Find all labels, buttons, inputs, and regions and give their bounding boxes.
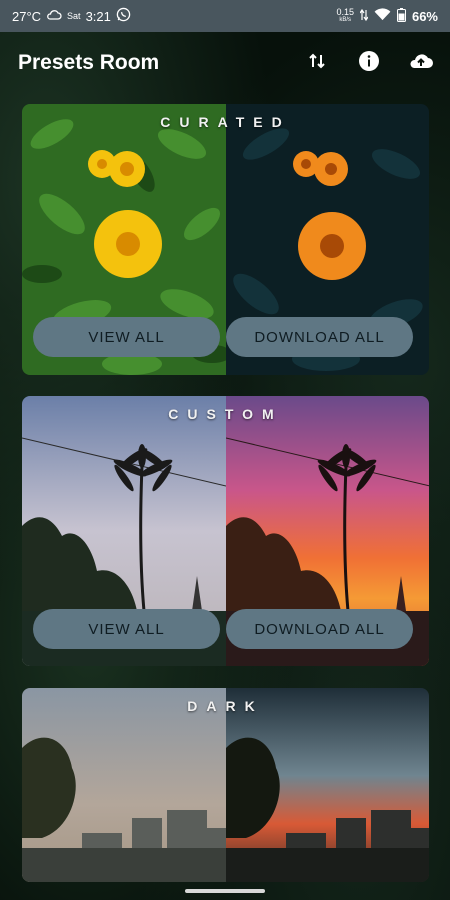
info-button[interactable] bbox=[354, 48, 384, 78]
dark-after-image bbox=[225, 688, 429, 882]
section-title: CUSTOM bbox=[168, 406, 283, 422]
clock: 3:21 bbox=[85, 8, 111, 24]
dark-before-image bbox=[22, 688, 226, 882]
network-speed: 0.15 kB/s bbox=[336, 7, 354, 24]
temperature: 27°C bbox=[12, 8, 42, 24]
battery-icon bbox=[396, 7, 406, 25]
sort-button[interactable] bbox=[302, 48, 332, 78]
whatsapp-icon bbox=[116, 7, 131, 25]
section-custom[interactable]: CUSTOM VIEW ALL DOWNLOAD ALL bbox=[22, 396, 429, 666]
day-label: Sat bbox=[67, 11, 81, 21]
page-title: Presets Room bbox=[18, 51, 160, 74]
app-bar: Presets Room bbox=[0, 32, 450, 94]
data-arrows-icon bbox=[359, 8, 369, 25]
home-indicator[interactable] bbox=[185, 889, 265, 893]
cloud-upload-icon bbox=[408, 51, 434, 76]
section-dark[interactable]: DARK bbox=[22, 688, 429, 882]
section-title: DARK bbox=[187, 698, 264, 714]
download-all-button[interactable]: DOWNLOAD ALL bbox=[226, 317, 413, 357]
download-all-button[interactable]: DOWNLOAD ALL bbox=[226, 609, 413, 649]
section-curated[interactable]: CURATED VIEW ALL DOWNLOAD ALL bbox=[22, 104, 429, 375]
battery-percent: 66% bbox=[411, 8, 438, 24]
view-all-button[interactable]: VIEW ALL bbox=[33, 317, 220, 357]
cloud-icon bbox=[46, 9, 62, 24]
info-icon bbox=[358, 50, 380, 77]
wifi-icon bbox=[374, 8, 391, 24]
status-bar: 27°C Sat 3:21 0.15 kB/s 66% bbox=[0, 0, 450, 32]
section-title: CURATED bbox=[160, 114, 291, 130]
cloud-upload-button[interactable] bbox=[406, 48, 436, 78]
sort-icon bbox=[307, 51, 327, 76]
view-all-button[interactable]: VIEW ALL bbox=[33, 609, 220, 649]
